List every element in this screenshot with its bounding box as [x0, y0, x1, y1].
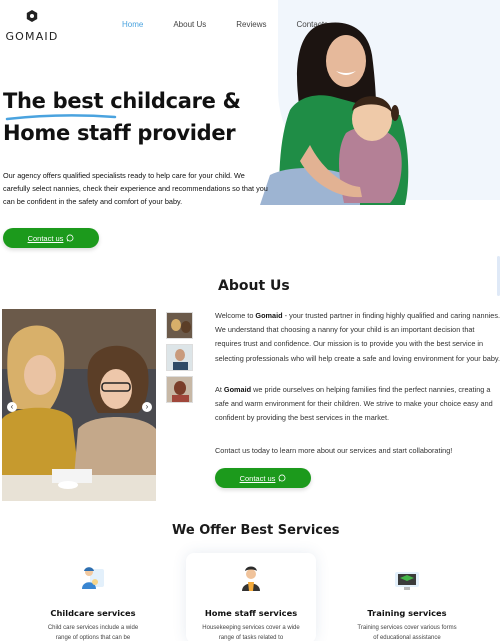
photo-two-women-laptop — [2, 309, 156, 501]
about-paragraph-2: At Gomaid we pride ourselves on helping … — [215, 383, 500, 426]
nanny-icon — [82, 567, 104, 589]
services-title: We Offer Best Services — [172, 523, 340, 538]
service-desc-childcare: Child care services include a wide range… — [47, 625, 139, 641]
carousel-thumbnail-2[interactable] — [166, 344, 193, 371]
hero-title-line-2: Home staff provider — [3, 121, 236, 145]
training-icon — [395, 572, 419, 590]
about-paragraph-1: Welcome to Gomaid - your trusted partner… — [215, 309, 500, 366]
about-p1-brand: Gomaid — [255, 311, 283, 320]
about-contact-label: Contact us — [239, 473, 276, 483]
carousel-thumbnail-3[interactable] — [166, 376, 193, 403]
service-desc-home-staff: Housekeeping services cover a wide range… — [202, 625, 300, 641]
thumbnail-image — [167, 345, 192, 370]
brand-logo[interactable]: GOMAID — [4, 10, 60, 43]
hero-description: Our agency offers qualified specialists … — [3, 171, 268, 206]
about-p2-lead: At — [215, 385, 224, 394]
brand-name: GOMAID — [5, 30, 59, 43]
about-carousel-image — [2, 309, 156, 501]
service-desc-training: Training services cover various forms of… — [357, 625, 457, 641]
service-card-home-staff[interactable]: Home staff services Housekeeping service… — [186, 553, 316, 641]
service-card-training[interactable]: Training services Training services cove… — [342, 553, 472, 641]
about-paragraph-3: Contact us today to learn more about our… — [215, 446, 453, 455]
whatsapp-icon — [66, 234, 74, 242]
nav-about-us[interactable]: About Us — [173, 20, 206, 29]
carousel-next-button[interactable]: › — [142, 402, 152, 412]
carousel-prev-button[interactable]: ‹ — [7, 402, 17, 412]
thumbnail-image — [167, 377, 192, 402]
title-swoosh-underline — [5, 114, 117, 121]
about-contact-button[interactable]: Contact us — [215, 468, 311, 488]
hero-title-line-1: The best childcare & — [3, 89, 241, 113]
service-card-childcare[interactable]: Childcare services Child care services i… — [28, 553, 158, 641]
about-p2-rest: we pride ourselves on helping families f… — [215, 385, 493, 423]
nav-home[interactable]: Home — [122, 20, 143, 29]
housekeeper-icon — [242, 566, 260, 591]
service-title-childcare: Childcare services — [50, 608, 136, 618]
service-title-home-staff: Home staff services — [204, 608, 298, 618]
service-title-training: Training services — [367, 608, 447, 618]
thumbnail-image — [167, 313, 192, 338]
hero-contact-button[interactable]: Contact us — [3, 228, 99, 248]
hero-contact-label: Contact us — [27, 233, 64, 243]
hexagon-logo-icon — [26, 10, 38, 22]
hero-image-mother-and-baby — [260, 22, 409, 205]
carousel-thumbnail-1[interactable] — [166, 312, 193, 339]
about-p2-brand: Gomaid — [223, 385, 252, 394]
whatsapp-icon — [278, 474, 286, 482]
about-p1-lead: Welcome to — [215, 311, 256, 320]
about-title: About Us — [218, 278, 290, 294]
